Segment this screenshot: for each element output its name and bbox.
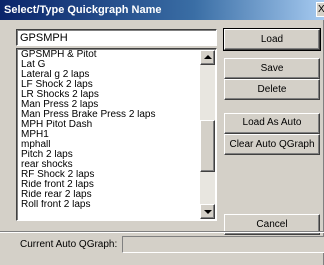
list-item[interactable]: Lateral g 2 laps [19, 70, 201, 80]
window-title: Select/Type Quickgraph Name [4, 4, 162, 16]
list-item[interactable]: Ride front 2 laps [19, 180, 201, 190]
list-item[interactable]: Man Press 2 laps [19, 100, 201, 110]
load-button[interactable]: Load [223, 28, 321, 51]
current-auto-qgraph-label: Current Auto QGraph: [20, 239, 118, 250]
list-item[interactable]: GPSMPH & Pitot [19, 50, 201, 60]
list-item[interactable]: Lat G [19, 60, 201, 70]
list-item[interactable]: rear shocks [19, 160, 201, 170]
delete-button[interactable]: Delete [224, 79, 320, 100]
list-item[interactable]: Ride rear 2 laps [19, 190, 201, 200]
quickgraph-list-items: GPSMPH & Pitot Lat G Lateral g 2 laps LF Sh… [19, 50, 201, 210]
list-item[interactable]: mphall [19, 140, 201, 150]
close-icon[interactable]: X [316, 2, 324, 17]
clear-auto-qgraph-button[interactable]: Clear Auto QGraph [224, 134, 320, 155]
list-item[interactable]: MPH1 [19, 130, 201, 140]
list-item[interactable]: LR Shocks 2 laps [19, 90, 201, 100]
list-item[interactable]: LF Shock 2 laps [19, 80, 201, 90]
scroll-up-button[interactable] [200, 50, 215, 65]
arrow-down-icon [204, 210, 212, 214]
quickgraph-name-input[interactable] [16, 29, 217, 46]
list-item[interactable]: Pitch 2 laps [19, 150, 201, 160]
list-item[interactable]: Man Press Brake Press 2 laps [19, 110, 201, 120]
load-as-auto-qgraph-button[interactable]: Load As Auto QGraph [224, 113, 320, 146]
scroll-down-button[interactable] [200, 204, 215, 219]
divider [0, 231, 324, 233]
list-item[interactable]: MPH Pitot Dash [19, 120, 201, 130]
save-button[interactable]: Save [224, 58, 320, 79]
arrow-up-icon [204, 55, 212, 59]
quickgraph-listbox[interactable]: GPSMPH & Pitot Lat G Lateral g 2 laps LF Sh… [16, 48, 217, 221]
list-item[interactable]: RF Shock 2 laps [19, 170, 201, 180]
quickgraph-dialog: Select/Type Quickgraph Name X GPSMPH & P… [0, 0, 324, 265]
scroll-thumb[interactable] [200, 120, 215, 172]
current-auto-qgraph-field [122, 236, 324, 253]
list-item[interactable]: Roll front 2 laps [19, 200, 201, 210]
title-bar[interactable]: Select/Type Quickgraph Name X [0, 0, 324, 20]
list-scrollbar[interactable] [200, 50, 215, 219]
